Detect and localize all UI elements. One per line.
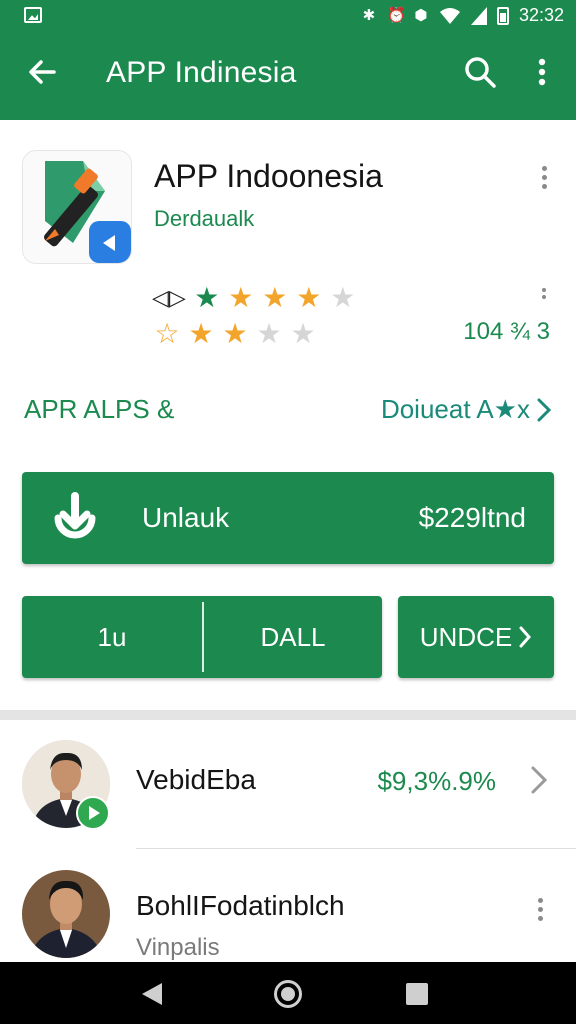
play-badge-icon [76,796,110,830]
star-outline-icon: ☆ [154,318,180,349]
review-count: 104 ¾ 3 [463,318,550,345]
list-item-title: VebidEba [136,764,256,795]
star-icon: ★ [188,318,214,349]
list-item-menu-icon[interactable] [534,898,546,926]
nav-back-icon[interactable] [140,981,164,1007]
chevron-right-icon[interactable] [528,764,550,796]
section-title: APR ALPS & [24,394,175,424]
status-icons: ✱ ⏰ ⬢ 32:32 [361,5,564,26]
star-icon: ★ [222,318,248,349]
navigation-bar [0,962,576,1024]
pencil-tag-icon [44,161,131,263]
status-bar: ✱ ⏰ ⬢ 32:32 [0,0,576,32]
chevron-right-icon [537,398,552,421]
rating-menu-icon[interactable] [538,288,550,308]
download-icon [54,492,96,539]
page-title: APP Indinesia [106,56,297,89]
section-link[interactable]: Doiueat A★x [381,394,552,425]
star-icon: ★ [194,282,220,313]
split-left-button[interactable]: 1u [22,596,202,678]
star-empty-icon: ★ [256,318,282,349]
star-empty-icon: ★ [290,318,316,349]
bluetooth-icon: ✱ [362,6,376,24]
install-label: Unlauk [142,502,230,533]
more-vert-icon[interactable] [528,54,556,90]
alarm-icon: ⏰ [386,6,406,24]
developer-link[interactable]: Derdaualk [154,206,254,232]
star-icon: ★ [228,282,254,313]
install-button[interactable]: Unlauk $229ltnd [22,472,554,564]
nav-recents-icon[interactable] [406,983,428,1005]
star-icon: ★ [296,282,322,313]
app-icon [22,150,132,264]
rating-lead: ◁▷ [152,285,186,310]
install-price: $229ltnd [418,502,526,533]
list-item-price: $9,3%.9% [377,766,496,796]
app-menu-icon[interactable] [538,166,550,194]
more-button-label: UNDCE [419,621,513,652]
back-arrow-icon[interactable] [24,54,60,90]
rating-row-secondary: ☆ ★ ★ ★ ★ [152,320,318,348]
app-name: APP Indoonesia [154,158,383,194]
chevron-right-icon [519,626,532,648]
rating-row-primary: ◁▷ ★ ★ ★ ★ ★ [152,284,358,312]
gallery-icon [24,7,42,23]
wifi-icon [439,7,460,24]
list-divider [136,848,576,849]
star-empty-icon: ★ [330,282,356,313]
star-icon: ★ [262,282,288,313]
shield-icon: ⬢ [414,6,428,24]
list-item-title: BohlIFodatinblch [136,890,345,921]
signal-icon [470,6,487,25]
avatar[interactable] [22,870,110,958]
more-button[interactable]: UNDCE [398,596,554,678]
list-item-subtitle: Vinpalis [136,934,220,961]
status-time: 32:32 [518,5,564,25]
battery-icon [496,6,509,25]
section-divider [0,710,576,720]
section-link-label: Doiueat A★x [380,394,530,424]
app-bar: APP Indinesia [0,32,576,120]
split-button: 1u DALL [22,596,382,678]
person-avatar-icon [22,870,110,958]
split-right-button[interactable]: DALL [204,596,382,678]
search-icon[interactable] [462,54,498,90]
nav-home-icon[interactable] [274,980,302,1008]
